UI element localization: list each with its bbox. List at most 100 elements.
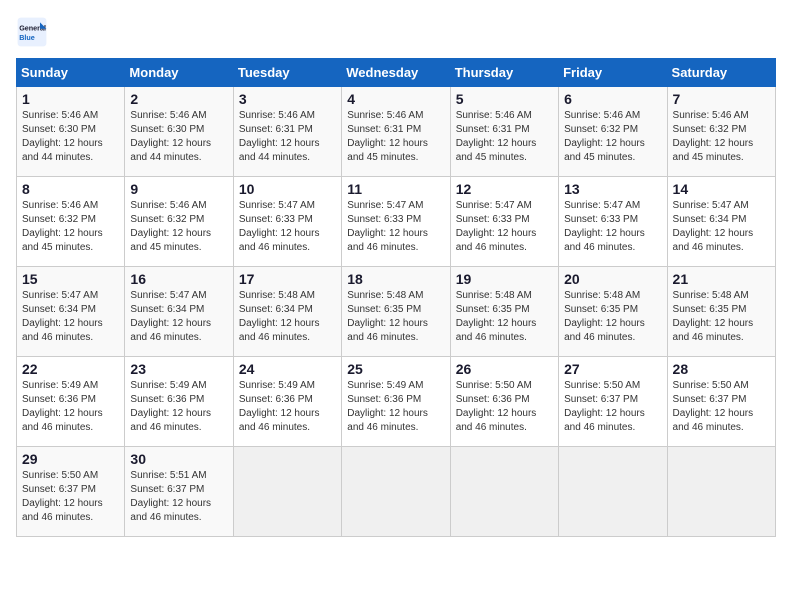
calendar-cell: 5 Sunrise: 5:46 AM Sunset: 6:31 PM Daylig… (450, 87, 558, 177)
day-info: Sunrise: 5:47 AM Sunset: 6:34 PM Dayligh… (130, 289, 227, 345)
calendar-cell: 27 Sunrise: 5:50 AM Sunset: 6:37 PM Dayli… (559, 357, 667, 447)
calendar-cell: 21 Sunrise: 5:48 AM Sunset: 6:35 PM Dayli… (667, 267, 775, 357)
day-info: Sunrise: 5:47 AM Sunset: 6:33 PM Dayligh… (456, 199, 553, 255)
day-info: Sunrise: 5:48 AM Sunset: 6:35 PM Dayligh… (673, 289, 770, 345)
day-info: Sunrise: 5:48 AM Sunset: 6:35 PM Dayligh… (347, 289, 444, 345)
calendar-cell (233, 447, 341, 537)
day-info: Sunrise: 5:46 AM Sunset: 6:30 PM Dayligh… (22, 109, 119, 165)
calendar-cell: 26 Sunrise: 5:50 AM Sunset: 6:36 PM Dayli… (450, 357, 558, 447)
day-info: Sunrise: 5:48 AM Sunset: 6:34 PM Dayligh… (239, 289, 336, 345)
day-info: Sunrise: 5:49 AM Sunset: 6:36 PM Dayligh… (130, 379, 227, 435)
calendar-cell: 14 Sunrise: 5:47 AM Sunset: 6:34 PM Dayli… (667, 177, 775, 267)
calendar-cell (342, 447, 450, 537)
weekday-header-tuesday: Tuesday (233, 59, 341, 87)
day-info: Sunrise: 5:48 AM Sunset: 6:35 PM Dayligh… (456, 289, 553, 345)
calendar-table: SundayMondayTuesdayWednesdayThursdayFrid… (16, 58, 776, 537)
day-number: 4 (347, 91, 444, 107)
calendar-cell: 11Sunrise: 5:47 AM Sunset: 6:33 PM Dayli… (342, 177, 450, 267)
day-info: Sunrise: 5:49 AM Sunset: 6:36 PM Dayligh… (22, 379, 119, 435)
weekday-header-monday: Monday (125, 59, 233, 87)
day-info: Sunrise: 5:50 AM Sunset: 6:37 PM Dayligh… (22, 469, 119, 525)
day-number: 23 (130, 361, 227, 377)
day-number: 11 (347, 181, 444, 197)
day-info: Sunrise: 5:47 AM Sunset: 6:34 PM Dayligh… (22, 289, 119, 345)
day-info: Sunrise: 5:50 AM Sunset: 6:37 PM Dayligh… (673, 379, 770, 435)
day-number: 28 (673, 361, 770, 377)
day-info: Sunrise: 5:46 AM Sunset: 6:31 PM Dayligh… (239, 109, 336, 165)
weekday-header-thursday: Thursday (450, 59, 558, 87)
day-info: Sunrise: 5:46 AM Sunset: 6:30 PM Dayligh… (130, 109, 227, 165)
logo-icon: General Blue (16, 16, 48, 48)
calendar-cell (559, 447, 667, 537)
day-info: Sunrise: 5:51 AM Sunset: 6:37 PM Dayligh… (130, 469, 227, 525)
weekday-header-wednesday: Wednesday (342, 59, 450, 87)
day-info: Sunrise: 5:48 AM Sunset: 6:35 PM Dayligh… (564, 289, 661, 345)
day-number: 3 (239, 91, 336, 107)
calendar-cell: 4 Sunrise: 5:46 AM Sunset: 6:31 PM Daylig… (342, 87, 450, 177)
day-number: 13 (564, 181, 661, 197)
day-number: 9 (130, 181, 227, 197)
day-info: Sunrise: 5:47 AM Sunset: 6:33 PM Dayligh… (239, 199, 336, 255)
day-number: 16 (130, 271, 227, 287)
day-number: 15 (22, 271, 119, 287)
day-number: 17 (239, 271, 336, 287)
day-number: 21 (673, 271, 770, 287)
day-number: 7 (673, 91, 770, 107)
calendar-cell: 28 Sunrise: 5:50 AM Sunset: 6:37 PM Dayli… (667, 357, 775, 447)
calendar-cell: 12 Sunrise: 5:47 AM Sunset: 6:33 PM Dayli… (450, 177, 558, 267)
calendar-cell: 9 Sunrise: 5:46 AM Sunset: 6:32 PM Daylig… (125, 177, 233, 267)
day-info: Sunrise: 5:49 AM Sunset: 6:36 PM Dayligh… (239, 379, 336, 435)
calendar-cell: 30 Sunrise: 5:51 AM Sunset: 6:37 PM Dayli… (125, 447, 233, 537)
day-info: Sunrise: 5:46 AM Sunset: 6:32 PM Dayligh… (22, 199, 119, 255)
calendar-cell: 6Sunrise: 5:46 AM Sunset: 6:32 PM Daylig… (559, 87, 667, 177)
day-number: 19 (456, 271, 553, 287)
day-number: 5 (456, 91, 553, 107)
calendar-cell: 13 Sunrise: 5:47 AM Sunset: 6:33 PM Dayli… (559, 177, 667, 267)
logo: General Blue (16, 16, 52, 48)
calendar-cell: 2 Sunrise: 5:46 AM Sunset: 6:30 PM Daylig… (125, 87, 233, 177)
day-info: Sunrise: 5:50 AM Sunset: 6:37 PM Dayligh… (564, 379, 661, 435)
day-number: 10 (239, 181, 336, 197)
day-number: 27 (564, 361, 661, 377)
svg-text:Blue: Blue (19, 33, 35, 42)
day-info: Sunrise: 5:46 AM Sunset: 6:31 PM Dayligh… (347, 109, 444, 165)
day-number: 18 (347, 271, 444, 287)
day-number: 8 (22, 181, 119, 197)
calendar-cell (450, 447, 558, 537)
calendar-cell: 16 Sunrise: 5:47 AM Sunset: 6:34 PM Dayli… (125, 267, 233, 357)
calendar-cell: 22Sunrise: 5:49 AM Sunset: 6:36 PM Dayli… (17, 357, 125, 447)
day-number: 2 (130, 91, 227, 107)
day-number: 25 (347, 361, 444, 377)
day-number: 20 (564, 271, 661, 287)
day-info: Sunrise: 5:46 AM Sunset: 6:32 PM Dayligh… (673, 109, 770, 165)
weekday-header-saturday: Saturday (667, 59, 775, 87)
day-number: 30 (130, 451, 227, 467)
day-info: Sunrise: 5:46 AM Sunset: 6:32 PM Dayligh… (130, 199, 227, 255)
day-number: 26 (456, 361, 553, 377)
day-number: 24 (239, 361, 336, 377)
weekday-header-friday: Friday (559, 59, 667, 87)
calendar-cell: 8 Sunrise: 5:46 AM Sunset: 6:32 PM Daylig… (17, 177, 125, 267)
calendar-cell: 29Sunrise: 5:50 AM Sunset: 6:37 PM Dayli… (17, 447, 125, 537)
header: General Blue (16, 16, 776, 48)
calendar-cell: 24 Sunrise: 5:49 AM Sunset: 6:36 PM Dayli… (233, 357, 341, 447)
day-info: Sunrise: 5:46 AM Sunset: 6:31 PM Dayligh… (456, 109, 553, 165)
calendar-cell: 15 Sunrise: 5:47 AM Sunset: 6:34 PM Dayli… (17, 267, 125, 357)
calendar-cell: 1 Sunrise: 5:46 AM Sunset: 6:30 PM Daylig… (17, 87, 125, 177)
weekday-header-sunday: Sunday (17, 59, 125, 87)
day-info: Sunrise: 5:47 AM Sunset: 6:33 PM Dayligh… (564, 199, 661, 255)
day-number: 12 (456, 181, 553, 197)
calendar-cell: 20 Sunrise: 5:48 AM Sunset: 6:35 PM Dayli… (559, 267, 667, 357)
day-number: 6 (564, 91, 661, 107)
calendar-cell: 3 Sunrise: 5:46 AM Sunset: 6:31 PM Daylig… (233, 87, 341, 177)
day-number: 1 (22, 91, 119, 107)
day-number: 14 (673, 181, 770, 197)
calendar-cell: 25Sunrise: 5:49 AM Sunset: 6:36 PM Dayli… (342, 357, 450, 447)
calendar-cell: 23 Sunrise: 5:49 AM Sunset: 6:36 PM Dayli… (125, 357, 233, 447)
day-info: Sunrise: 5:50 AM Sunset: 6:36 PM Dayligh… (456, 379, 553, 435)
calendar-cell: 10 Sunrise: 5:47 AM Sunset: 6:33 PM Dayli… (233, 177, 341, 267)
calendar-cell: 17 Sunrise: 5:48 AM Sunset: 6:34 PM Dayli… (233, 267, 341, 357)
calendar-cell (667, 447, 775, 537)
calendar-cell: 19 Sunrise: 5:48 AM Sunset: 6:35 PM Dayli… (450, 267, 558, 357)
day-info: Sunrise: 5:47 AM Sunset: 6:34 PM Dayligh… (673, 199, 770, 255)
